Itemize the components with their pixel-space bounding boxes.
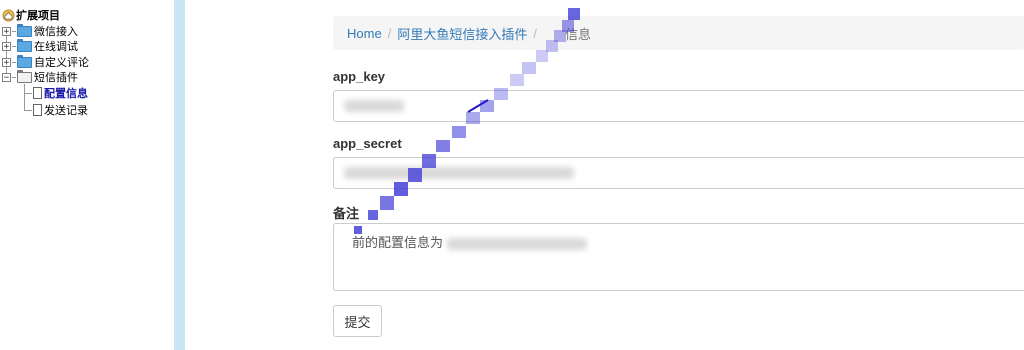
breadcrumb-separator: / — [533, 25, 537, 41]
app-key-label: app_key — [333, 69, 386, 84]
tree-item-config-info[interactable]: 配置信息 — [24, 85, 88, 101]
redacted-value — [344, 100, 404, 112]
collapse-icon[interactable]: − — [2, 72, 11, 82]
expand-icon[interactable]: + — [2, 41, 11, 51]
home-icon — [2, 9, 15, 21]
tree-item-label: 短信插件 — [34, 71, 78, 84]
redacted-value — [446, 237, 587, 250]
tree-connector — [12, 61, 16, 63]
breadcrumb-current: 信息 — [564, 26, 591, 42]
tree-item-wechat[interactable]: + 微信接入 — [2, 23, 78, 39]
tree-item-label: 微信接入 — [34, 25, 78, 38]
page-icon — [33, 104, 42, 116]
sidebar-tree: 扩展项目 + 微信接入 + 在线调试 + 自定义评论 − 短信插件 配置信息 发… — [0, 0, 172, 350]
tree-root[interactable]: 扩展项目 — [2, 7, 60, 23]
tree-item-sms-plugin[interactable]: − 短信插件 — [2, 69, 78, 85]
tree-connector — [12, 45, 16, 47]
app-key-field[interactable] — [333, 90, 1024, 122]
tree-connector — [12, 76, 16, 78]
breadcrumb-plugin-link[interactable]: 阿里大鱼短信接入插件 — [397, 24, 527, 43]
expand-icon[interactable]: + — [2, 26, 11, 36]
redacted-value — [344, 167, 574, 179]
tree-root-label: 扩展项目 — [16, 9, 60, 22]
folder-icon — [17, 23, 32, 37]
app-secret-label: app_secret — [333, 136, 402, 151]
tree-item-label: 自定义评论 — [34, 56, 89, 69]
main-content: Home / 阿里大鱼短信接入插件 / 信息 app_key app_secre… — [333, 0, 1024, 350]
tree-item-send-log[interactable]: 发送记录 — [24, 102, 88, 118]
tree-item-label: 配置信息 — [44, 87, 88, 100]
tree-connector — [12, 30, 16, 32]
breadcrumb-home-link[interactable]: Home — [347, 26, 382, 41]
breadcrumb: Home / 阿里大鱼短信接入插件 / 信息 — [333, 16, 1024, 50]
breadcrumb-separator: / — [387, 25, 392, 41]
remark-label: 备注 — [333, 206, 360, 221]
expand-icon[interactable]: + — [2, 57, 11, 67]
folder-icon — [17, 38, 32, 52]
tree-item-label: 在线调试 — [34, 40, 78, 53]
frame-divider[interactable] — [174, 0, 185, 350]
page-icon — [33, 87, 42, 99]
tree-item-debug[interactable]: + 在线调试 — [2, 38, 78, 54]
tree-connector — [24, 109, 32, 111]
folder-icon — [17, 54, 32, 68]
submit-button[interactable]: 提交 — [333, 305, 382, 337]
tree-connector — [24, 92, 32, 94]
open-folder-icon — [17, 69, 32, 83]
tree-item-comments[interactable]: + 自定义评论 — [2, 54, 89, 70]
remark-text: 前的配置信息为 — [352, 235, 444, 250]
tree-item-label: 发送记录 — [44, 104, 88, 117]
remark-textarea[interactable]: 前的配置信息为 — [333, 223, 1024, 291]
app-secret-field[interactable] — [333, 157, 1024, 189]
